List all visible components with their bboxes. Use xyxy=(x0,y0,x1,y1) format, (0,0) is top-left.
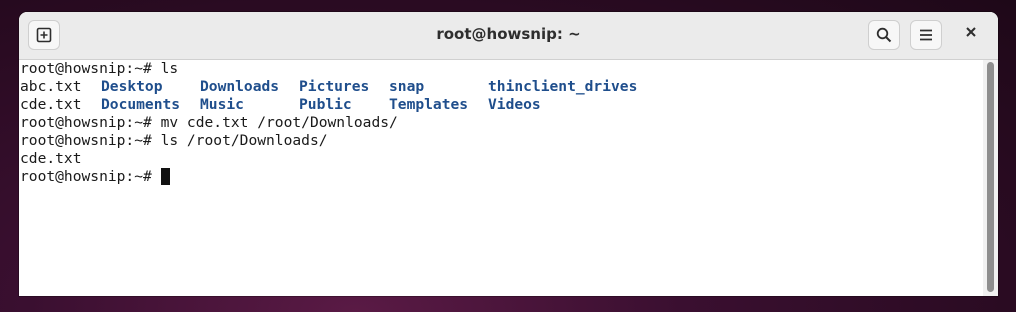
dir-entry: Desktop xyxy=(101,78,163,95)
menu-button[interactable] xyxy=(910,20,942,50)
terminal-line: root@howsnip:~# mv cde.txt /root/Downloa… xyxy=(20,114,398,131)
window-title: root@howsnip: ~ xyxy=(436,25,581,43)
dir-entry: Documents xyxy=(101,96,181,113)
text-cursor xyxy=(160,168,170,185)
terminal-window: root@howsnip: ~ root@howsnip:~# ls abc.t… xyxy=(19,12,998,296)
file-entry: abc.txt xyxy=(20,78,82,95)
search-button[interactable] xyxy=(868,20,900,50)
dir-entry: Music xyxy=(200,96,244,113)
terminal-line: cde.txt xyxy=(20,150,82,167)
terminal-line: root@howsnip:~# ls xyxy=(20,60,179,77)
terminal-line: root@howsnip:~# ls /root/Downloads/ xyxy=(20,132,328,149)
terminal-line: abc.txt Desktop Downloads Pictures snap thinc… xyxy=(20,78,637,96)
terminal-line: cde.txt Documents Music Public Templates Vide… xyxy=(20,96,541,114)
terminal-prompt-line: root@howsnip:~# xyxy=(20,168,170,186)
scrollbar[interactable] xyxy=(983,60,998,296)
header-bar: root@howsnip: ~ xyxy=(19,12,998,60)
dir-entry: snap xyxy=(389,78,425,95)
file-entry: cde.txt xyxy=(20,96,82,113)
hamburger-menu-icon xyxy=(920,29,932,41)
search-icon xyxy=(876,27,892,43)
scrollbar-thumb[interactable] xyxy=(987,62,994,292)
dir-entry: Pictures xyxy=(299,78,370,95)
dir-entry: Public xyxy=(299,96,352,113)
close-icon xyxy=(966,27,976,37)
dir-entry: Templates xyxy=(389,96,469,113)
prompt: root@howsnip:~# xyxy=(20,168,161,185)
dir-entry: thinclient_drives xyxy=(488,78,638,95)
dir-entry: Downloads xyxy=(200,78,280,95)
terminal-output[interactable]: root@howsnip:~# ls abc.txt Desktop Downloa… xyxy=(19,60,983,296)
dir-entry: Videos xyxy=(488,96,541,113)
close-button[interactable] xyxy=(965,26,977,42)
